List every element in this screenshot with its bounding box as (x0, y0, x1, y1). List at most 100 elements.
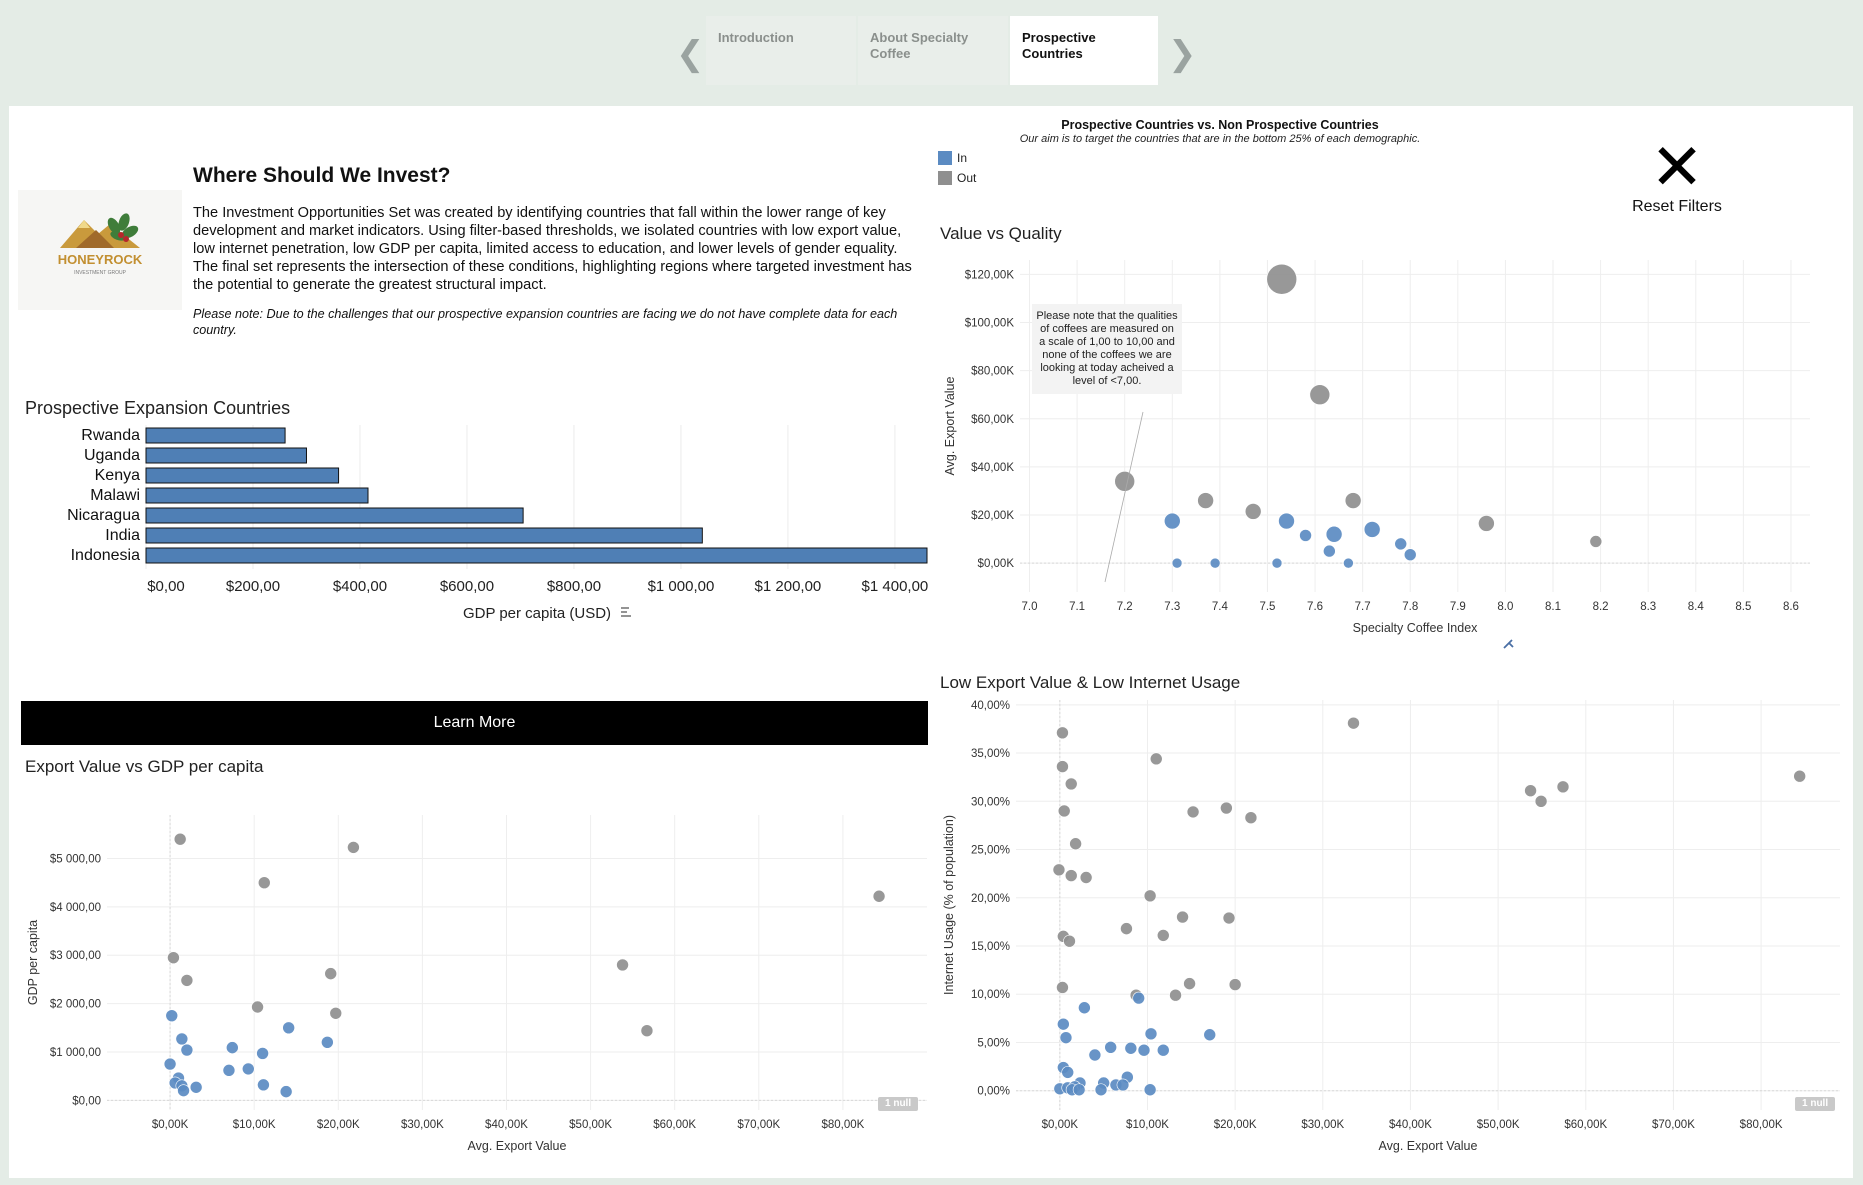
data-point (1056, 981, 1069, 994)
x-tick-label: 7.3 (1164, 601, 1180, 613)
data-point (173, 832, 187, 846)
data-point (1116, 1078, 1130, 1092)
top-navigation: ❮ Introduction About Specialty Coffee Pr… (0, 0, 1863, 102)
x-tick-label: $80,00K (821, 1119, 864, 1131)
data-point (1347, 716, 1360, 730)
x-tick-label: 8.0 (1497, 601, 1513, 613)
legend-label-out: Out (957, 171, 977, 185)
tab-prospective-countries[interactable]: Prospective Countries (1010, 16, 1158, 85)
data-point (1156, 1043, 1170, 1057)
reset-filters-button[interactable]: ✕ Reset Filters (1622, 131, 1732, 216)
data-point (1478, 515, 1495, 532)
data-point (1244, 503, 1262, 520)
export-internet-scatter: $0,00K $10,00K $20,00K $30,00K $40,00K $50,00… (942, 700, 1840, 1153)
annotation-leader (1104, 411, 1144, 583)
data-point (347, 841, 360, 854)
null-indicator[interactable]: 1 null (878, 1097, 919, 1111)
category-label: Rwanda (81, 427, 140, 444)
x-tick-label: 8.3 (1640, 601, 1656, 613)
data-point (279, 1085, 293, 1098)
y-tick-label: $100,00K (965, 318, 1015, 330)
honeyrock-logo: HONEYROCK INVESTMENT GROUP (18, 190, 182, 310)
chevron-right-icon[interactable]: ❯ (1168, 34, 1197, 74)
data-point (175, 1032, 189, 1046)
data-point (1156, 929, 1170, 942)
data-point (1069, 837, 1082, 851)
data-point (257, 1078, 270, 1092)
data-point (1325, 525, 1343, 543)
data-point (1266, 263, 1298, 295)
data-point (1094, 1083, 1108, 1097)
data-point (1137, 1043, 1151, 1057)
y-tick-label: 5,00% (977, 1037, 1010, 1049)
data-point (1057, 804, 1071, 818)
x-axis-label: Avg. Export Value (1379, 1139, 1478, 1153)
x-tick-label: 7.8 (1402, 601, 1418, 613)
y-tick-label: $0,00K (978, 558, 1015, 570)
tab-introduction[interactable]: Introduction (706, 16, 856, 85)
x-tick-label: $0,00K (152, 1119, 189, 1131)
x-tick-label: $600,00 (440, 578, 494, 595)
close-icon: ✕ (1650, 131, 1704, 205)
data-point (1309, 384, 1331, 406)
bar (145, 507, 524, 524)
y-tick-label: 15,00% (971, 941, 1010, 953)
x-tick-label: 7.5 (1259, 601, 1275, 613)
y-tick-label: $1 000,00 (50, 1047, 101, 1059)
data-point (1114, 471, 1135, 492)
quality-annotation: Please note that the qualities of coffee… (1032, 304, 1182, 394)
x-tick-label: 7.9 (1450, 601, 1466, 613)
data-point (251, 1000, 264, 1014)
category-label: Uganda (84, 447, 140, 464)
bar (145, 487, 369, 504)
y-tick-label: $2 000,00 (50, 999, 101, 1011)
x-axis-label: Avg. Export Value (468, 1139, 567, 1153)
data-point (1143, 889, 1157, 903)
x-tick-label: $70,00K (737, 1119, 780, 1131)
legend-label-in: In (957, 151, 968, 165)
intro-paragraph: The Investment Opportunities Set was cre… (193, 205, 912, 293)
learn-more-button[interactable]: Learn More (21, 701, 928, 745)
comparison-subtitle: Our aim is to target the countries that … (1019, 133, 1421, 145)
data-point (1209, 557, 1221, 569)
data-point (1394, 537, 1408, 551)
y-tick-label: 0,00% (977, 1086, 1010, 1098)
x-tick-label: $20,00K (1214, 1119, 1257, 1131)
x-tick-label: $1 400,00 (862, 578, 929, 595)
x-tick-label: $50,00K (1477, 1119, 1520, 1131)
data-point (1363, 521, 1381, 538)
y-axis-label: GDP per capita (26, 920, 40, 1005)
y-axis-label: Internet Usage (% of population) (942, 815, 956, 995)
data-point (1061, 1066, 1075, 1079)
data-point (222, 1064, 236, 1077)
x-axis-label: GDP per capita (USD) (463, 605, 611, 622)
data-point (1403, 548, 1417, 562)
data-point (1169, 988, 1182, 1002)
bar (145, 447, 307, 464)
data-point (1299, 529, 1312, 542)
value-quality-title: Value vs Quality (940, 224, 1062, 243)
sort-icon (621, 607, 631, 617)
null-indicator[interactable]: 1 null (1795, 1097, 1836, 1111)
bar (145, 427, 286, 444)
tab-about-specialty-coffee[interactable]: About Specialty Coffee (858, 16, 1008, 85)
data-point (1163, 512, 1181, 530)
data-point (257, 876, 271, 890)
category-label: Kenya (95, 467, 140, 484)
x-axis-label: Specialty Coffee Index (1353, 621, 1479, 635)
data-point (1143, 1083, 1157, 1097)
category-label: Indonesia (71, 547, 140, 564)
data-point (1104, 1040, 1117, 1054)
legend: In Out (938, 148, 976, 188)
export-gdp-title: Export Value vs GDP per capita (25, 757, 264, 776)
data-point (1228, 978, 1242, 991)
legend-item-out[interactable]: Out (938, 168, 976, 188)
data-point (324, 967, 338, 980)
data-point (872, 889, 886, 903)
legend-item-in[interactable]: In (938, 148, 976, 168)
data-point (1793, 769, 1806, 783)
page-heading: Where Should We Invest? (193, 164, 451, 187)
chevron-left-icon[interactable]: ❮ (676, 34, 705, 74)
data-point (1534, 794, 1548, 808)
data-point (177, 1084, 190, 1097)
